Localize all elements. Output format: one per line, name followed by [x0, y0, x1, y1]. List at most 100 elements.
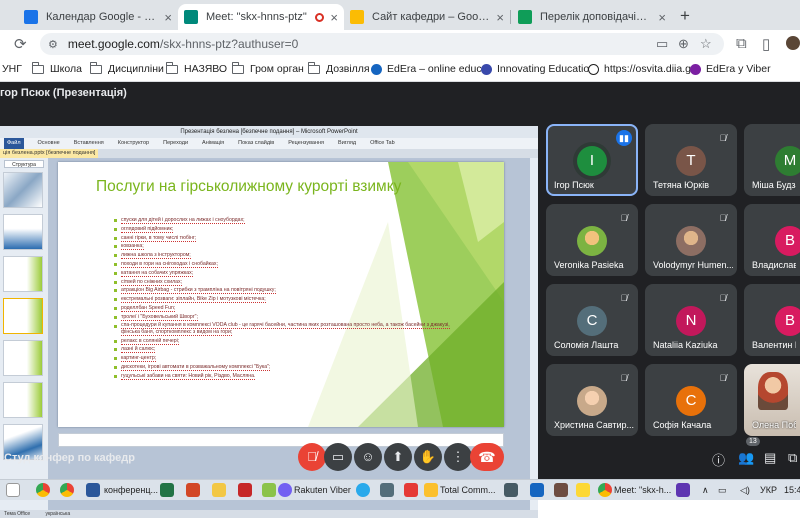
participant-name: Ігор Псюк — [554, 180, 594, 190]
taskbar-total-commander-title[interactable]: Total Comm... — [440, 485, 496, 495]
folder-icon — [31, 61, 44, 74]
list-item: релакс в соляній печері; — [114, 337, 454, 346]
more-options-button[interactable]: ⋮ — [444, 443, 472, 471]
bookmark-ung[interactable]: УНГ — [2, 63, 22, 75]
app-icon[interactable] — [530, 483, 544, 497]
app-icon[interactable] — [504, 483, 518, 497]
participant-tile[interactable]: Олена Побі — [744, 364, 800, 436]
app-icon[interactable] — [380, 483, 394, 497]
taskbar-viber-title[interactable]: Rakuten Viber — [294, 485, 351, 495]
total-commander-icon[interactable] — [424, 483, 438, 497]
chrome-icon[interactable] — [598, 483, 612, 497]
bookmark-folder-school[interactable]: Школа — [31, 61, 82, 75]
extensions-icon[interactable]: ⧉ — [736, 35, 747, 52]
sidepanel-icon[interactable]: ▯ — [762, 35, 770, 53]
list-item: атракціон Big Airbag - стрибки з трамплі… — [114, 286, 454, 295]
address-bar[interactable]: ⚙ meet.google.com/skx-hnns-ptz?authuser=… — [40, 33, 724, 55]
ribbon-tab: Конструктор — [117, 140, 150, 146]
tab-drive[interactable]: Сайт кафедри – Google Диск × — [344, 4, 510, 30]
participant-tile[interactable]: В Владислав П — [744, 204, 800, 276]
participant-tile[interactable]: 🎙̸ Veronika Pasieka — [546, 204, 638, 276]
present-button[interactable]: ⬆ — [384, 443, 412, 471]
input-language[interactable]: УКР — [760, 485, 777, 495]
tray-chevron-icon[interactable]: ∧ — [702, 485, 709, 496]
chrome-icon[interactable] — [36, 483, 50, 497]
bookmark-folder-leisure[interactable]: Дозвілля — [307, 61, 370, 75]
taskbar-meet-title[interactable]: Meet: "skx-h... — [614, 485, 671, 495]
tab-calendar[interactable]: Календар Google - Графік поч × — [18, 4, 178, 30]
file-explorer-icon[interactable] — [212, 483, 226, 497]
viber-icon[interactable] — [278, 483, 292, 497]
list-item: екстремальні розваги: зіплайн, Bike Zip … — [114, 295, 454, 304]
bookmark-osvita[interactable]: https://osvita.diia.g... — [588, 63, 700, 75]
participant-tile[interactable]: М Міша Будзак — [744, 124, 800, 196]
participant-name: Софія Качала — [653, 420, 712, 430]
windows-start-icon[interactable] — [6, 483, 20, 497]
tab-sheets[interactable]: Перелік доповідачів на студ к × — [512, 4, 672, 30]
participant-tile[interactable]: С 🎙̸ Соломія Лашта — [546, 284, 638, 356]
participant-tile[interactable]: N 🎙̸ Nataliia Kaziuka — [645, 284, 737, 356]
url-host: meet.google.com — [67, 37, 160, 51]
excel-icon[interactable] — [160, 483, 174, 497]
reload-icon[interactable]: ⟳ — [14, 35, 27, 53]
app-icon[interactable] — [676, 483, 690, 497]
powerpoint-icon[interactable] — [186, 483, 200, 497]
star-icon[interactable]: ☆ — [700, 36, 712, 52]
end-call-button[interactable]: ☎ — [470, 443, 504, 471]
ribbon-tab: Файл — [4, 138, 24, 149]
telegram-icon[interactable] — [356, 483, 370, 497]
close-icon[interactable]: × — [330, 10, 338, 25]
innovating-icon — [481, 63, 492, 75]
new-tab-button[interactable]: + — [680, 6, 690, 26]
current-slide: Послуги на гірськолижному курорті взимку… — [58, 162, 504, 427]
app-icon[interactable] — [554, 483, 568, 497]
participant-tile[interactable]: С 🎙̸ Софія Качала — [645, 364, 737, 436]
close-icon[interactable]: × — [496, 10, 504, 25]
reactions-button[interactable]: ☺ — [354, 443, 382, 471]
site-info-icon[interactable]: ⚙ — [48, 38, 58, 51]
participant-tile[interactable]: І ▮▮ Ігор Псюк — [546, 124, 638, 196]
app-icon[interactable] — [576, 483, 590, 497]
info-icon[interactable]: ⓘ — [712, 450, 725, 469]
participant-tile[interactable]: 🎙̸ Volodymyr Humen... — [645, 204, 737, 276]
people-icon[interactable]: 👥 — [738, 450, 754, 466]
raise-hand-button[interactable]: ✋ — [414, 443, 442, 471]
bookmark-folder-disciplines[interactable]: Дисципліни — [89, 61, 164, 75]
list-item: дискотеки, ігрові автомати в розважально… — [114, 363, 454, 372]
meeting-name: Студ конфер по кафедр — [4, 452, 135, 464]
avatar: N — [676, 306, 706, 336]
close-icon[interactable]: × — [658, 10, 666, 25]
word-icon[interactable] — [86, 483, 100, 497]
mic-off-icon: 🎙̸ — [307, 449, 317, 464]
profile-avatar[interactable] — [786, 36, 800, 50]
mic-toggle-button[interactable]: 🎙̸ — [298, 443, 326, 471]
chat-icon[interactable]: ▤ — [764, 450, 776, 466]
app-icon[interactable] — [404, 483, 418, 497]
network-icon[interactable]: ▭ — [718, 485, 727, 496]
bookmark-folder-nazyavo[interactable]: НАЗЯВО — [165, 61, 227, 75]
app-icon[interactable] — [262, 483, 276, 497]
bookmark-edera[interactable]: EdEra – online educ... — [371, 63, 490, 75]
participant-tile[interactable]: В Валентин Ко — [744, 284, 800, 356]
clock[interactable]: 15:4 — [784, 485, 800, 495]
bookmark-edera-viber[interactable]: EdEra у Viber — [690, 63, 771, 75]
ribbon-tab: Основне — [37, 140, 60, 146]
app-icon[interactable] — [238, 483, 252, 497]
ribbon-tab: Показ слайдів — [238, 140, 275, 146]
participant-tile[interactable]: Т 🎙̸ Тетяна Юрків — [645, 124, 737, 196]
taskbar-word-title[interactable]: конференц... — [104, 485, 158, 495]
camera-icon[interactable]: ▭ — [656, 36, 668, 52]
tab-meet[interactable]: Meet: "skx-hnns-ptz" × — [178, 4, 344, 30]
avatar: С — [577, 306, 607, 336]
camera-toggle-button[interactable]: ▭ — [324, 443, 352, 471]
participant-name: Volodymyr Humen... — [653, 260, 733, 270]
chrome-icon[interactable] — [60, 483, 74, 497]
volume-icon[interactable]: ◁) — [740, 485, 750, 496]
close-icon[interactable]: × — [164, 10, 172, 25]
activities-icon[interactable]: ⧉ — [788, 450, 797, 466]
zoom-icon[interactable]: ⊕ — [678, 36, 689, 52]
bookmark-folder-grom[interactable]: Гром орган — [231, 61, 304, 75]
list-item: оглядовий підйомник; — [114, 225, 454, 234]
bookmark-innovating[interactable]: Innovating Educatio... — [481, 63, 598, 75]
participant-tile[interactable]: 🎙̸ Христина Савтир... — [546, 364, 638, 436]
